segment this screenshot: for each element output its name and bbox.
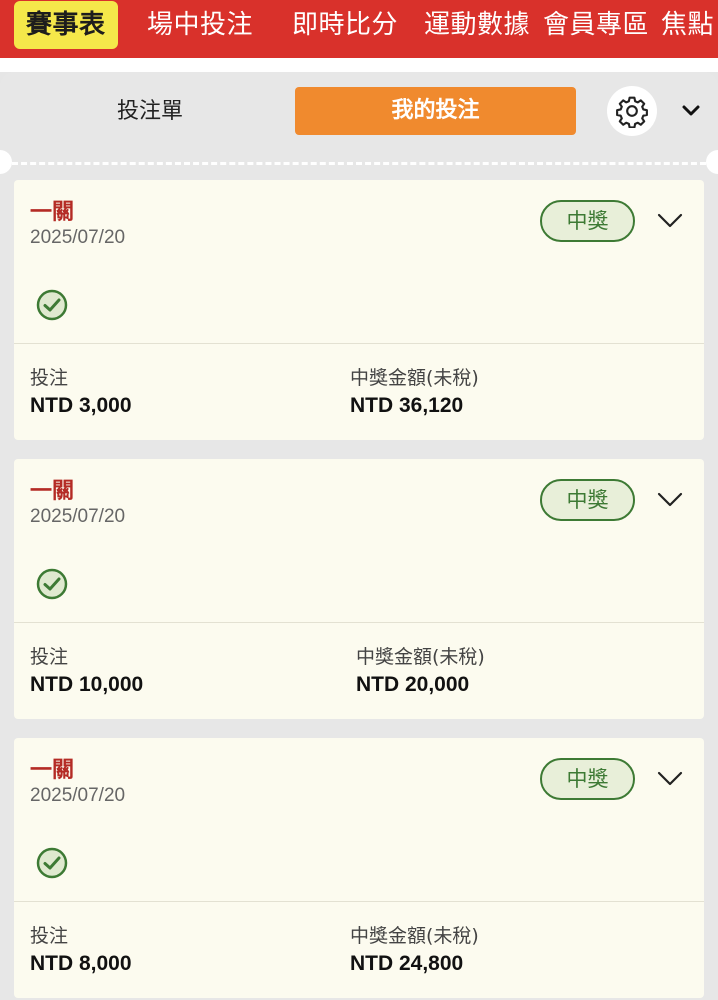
nav-item-live-betting[interactable]: 場中投注 [147,0,253,50]
stake-label: 投注 [30,925,69,947]
bet-card: 一關 2025/07/20 中獎 投注 NTD 8,000 中獎金額(未稅) N… [14,738,704,998]
nav-item-schedule[interactable]: 賽事表 [14,1,118,49]
status-badge: 中獎 [540,200,635,242]
bet-type: 一關 [30,200,75,225]
bet-card: 一關 2025/07/20 中獎 投注 NTD 3,000 中獎金額(未稅) N… [14,180,704,440]
chevron-down-icon[interactable] [656,769,684,789]
nav-spacer [0,58,718,72]
stake-amount: NTD 3,000 [30,394,132,417]
nav-item-live-scores[interactable]: 即時比分 [292,0,398,50]
nav-item-focus[interactable]: 焦點 [661,0,714,50]
payout-label: 中獎金額(未稅) [350,925,479,947]
tab-bet-slip[interactable]: 投注單 [95,90,205,134]
payout-label: 中獎金額(未稅) [356,646,485,668]
settings-button[interactable] [607,86,657,136]
card-separator [14,343,704,344]
stake-amount: NTD 8,000 [30,952,132,975]
gear-icon [616,96,648,128]
nav-item-sports-data[interactable]: 運動數據 [424,0,530,50]
chevron-down-icon[interactable] [656,490,684,510]
check-circle-icon [36,847,68,879]
bet-card: 一關 2025/07/20 中獎 投注 NTD 10,000 中獎金額(未稅) … [14,459,704,719]
status-badge: 中獎 [540,479,635,521]
bet-type: 一關 [30,479,75,504]
bet-type: 一關 [30,758,75,783]
payout-amount: NTD 36,120 [350,394,464,417]
chevron-down-icon[interactable] [656,211,684,231]
card-separator [14,622,704,623]
card-separator [14,901,704,902]
status-badge: 中獎 [540,758,635,800]
payout-amount: NTD 24,800 [350,952,464,975]
payout-label: 中獎金額(未稅) [350,367,479,389]
stake-label: 投注 [30,646,69,668]
bet-date: 2025/07/20 [30,785,126,806]
check-circle-icon [36,568,68,600]
tab-my-bets[interactable]: 我的投注 [295,87,576,135]
check-circle-icon [36,289,68,321]
payout-amount: NTD 20,000 [356,673,470,696]
stake-label: 投注 [30,367,69,389]
bet-date: 2025/07/20 [30,506,126,527]
top-nav: 賽事表 場中投注 即時比分 運動數據 會員專區 焦點 [0,0,718,58]
collapse-chevron-icon[interactable] [680,100,702,122]
nav-item-member-zone[interactable]: 會員專區 [543,0,649,50]
stake-amount: NTD 10,000 [30,673,144,696]
bet-date: 2025/07/20 [30,227,126,248]
ticket-divider [12,162,706,165]
